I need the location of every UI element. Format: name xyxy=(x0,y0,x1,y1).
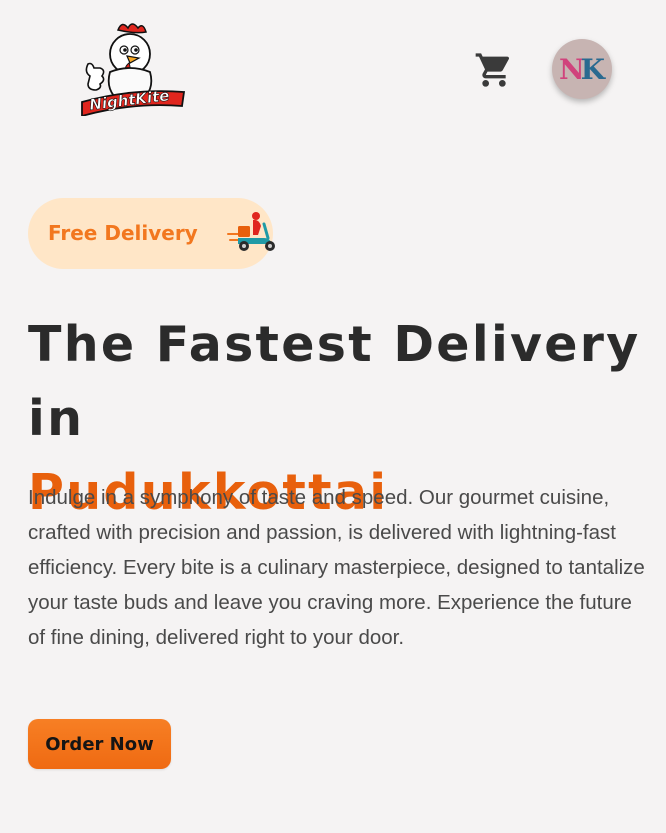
user-avatar[interactable]: N K xyxy=(552,39,612,99)
order-now-button[interactable]: Order Now xyxy=(28,719,171,769)
hero-title-line1: The Fastest Delivery in xyxy=(28,316,641,447)
avatar-letter-k: K xyxy=(580,52,605,86)
site-header: NightKite N K xyxy=(0,0,666,140)
cart-button[interactable] xyxy=(474,50,514,90)
shopping-cart-icon xyxy=(475,53,510,87)
hero-description: Indulge in a symphony of taste and speed… xyxy=(28,486,645,649)
logo-wordmark: NightKite xyxy=(88,86,170,114)
nightkite-logo[interactable]: NightKite xyxy=(80,20,190,118)
free-delivery-badge: Free Delivery xyxy=(28,198,275,269)
badge-label: Free Delivery xyxy=(48,221,198,245)
delivery-scooter-icon xyxy=(227,212,275,251)
chicken-mascot-icon: NightKite xyxy=(81,23,186,118)
